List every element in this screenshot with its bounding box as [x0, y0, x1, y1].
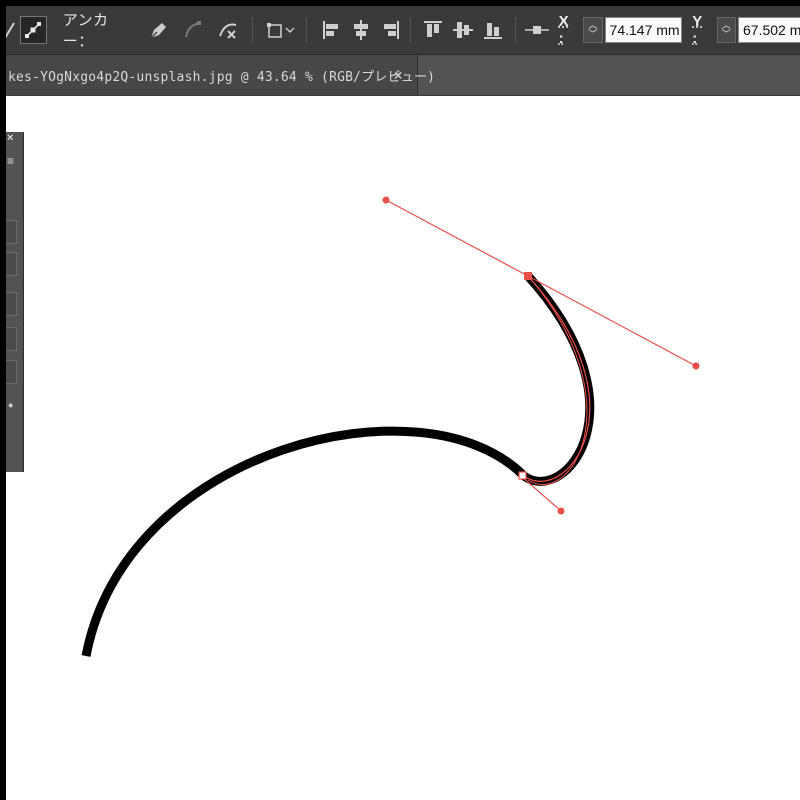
align-vertical-center-button[interactable]	[449, 17, 476, 43]
align-bottom-icon	[483, 23, 502, 39]
y-coordinate-input[interactable]: 67.502 mm	[737, 17, 800, 43]
direction-handle-top-left[interactable]	[382, 196, 390, 204]
tool-slot[interactable]	[6, 327, 17, 351]
align-left-icon	[322, 21, 338, 39]
align-bottom-button[interactable]	[479, 17, 506, 43]
smooth-anchor-icon	[184, 21, 201, 38]
separator	[410, 17, 412, 43]
convert-to-smooth-button[interactable]	[178, 17, 207, 43]
menu-icon[interactable]: ≡	[7, 154, 14, 168]
close-icon[interactable]: ×	[7, 132, 13, 144]
pen-icon	[150, 23, 166, 39]
tool-slot[interactable]	[6, 360, 17, 384]
app-window: アンカー： X: ︿ ﹀ 74.147 mm Y: ︿ ﹀ 67.502 k…	[0, 0, 800, 800]
separator	[514, 17, 516, 43]
align-right-icon	[383, 21, 399, 39]
document-tab[interactable]: kes-YOgNxgo4p2Q-unsplash.jpg @ 43.64 % (…	[6, 55, 435, 95]
anchor-label: アンカー：	[62, 12, 109, 50]
selected-anchor-point[interactable]	[524, 272, 532, 280]
align-top-button[interactable]	[419, 17, 446, 43]
separator	[252, 17, 254, 43]
direct-selection-icon	[6, 22, 15, 38]
align-horizontal-center-icon	[353, 20, 368, 40]
direction-line-top	[385, 199, 697, 367]
tool-panel: × ≡ ●	[6, 132, 24, 472]
artboard-canvas[interactable]	[6, 96, 800, 800]
align-horizontal-center-button[interactable]	[347, 17, 374, 43]
tool-slot[interactable]	[6, 252, 17, 276]
tool-slot[interactable]	[6, 220, 17, 244]
align-top-icon	[423, 21, 442, 37]
control-bar: アンカー： X: ︿ ﹀ 74.147 mm Y: ︿ ﹀ 67.502	[6, 6, 800, 55]
convert-to-corner-button[interactable]	[143, 17, 172, 43]
direction-handle-top-right[interactable]	[692, 362, 700, 370]
anchor-point[interactable]	[518, 471, 527, 480]
convert-anchor-icon	[25, 22, 42, 38]
x-coordinate-input[interactable]: 74.147 mm	[604, 17, 683, 43]
direct-selection-tool-button[interactable]	[6, 17, 16, 43]
document-tab-bar: kes-YOgNxgo4p2Q-unsplash.jpg @ 43.64 % (…	[6, 55, 800, 96]
x-stepper[interactable]: ︿ ﹀	[583, 17, 603, 43]
x-label: X :	[558, 13, 569, 47]
cut-path-icon	[218, 23, 236, 39]
cut-path-button[interactable]	[213, 17, 242, 43]
align-right-button[interactable]	[377, 17, 404, 43]
direction-handle-bottom[interactable]	[557, 507, 565, 515]
separator	[306, 17, 307, 43]
align-left-button[interactable]	[317, 17, 344, 43]
y-stepper[interactable]: ︿ ﹀	[716, 17, 736, 43]
close-icon[interactable]: ×	[394, 67, 402, 83]
document-tab-title: kes-YOgNxgo4p2Q-unsplash.jpg @ 43.64 % (…	[8, 69, 436, 85]
y-label: Y :	[692, 13, 703, 47]
tool-indicator-icon: ●	[8, 400, 14, 410]
convert-anchor-button[interactable]	[19, 16, 47, 44]
transform-button[interactable]	[263, 17, 298, 43]
y-coordinate-value: 67.502 mm	[742, 22, 800, 38]
transform-icon	[266, 23, 295, 38]
x-coordinate-value: 74.147 mm	[609, 22, 680, 38]
stroke-path[interactable]	[81, 272, 595, 657]
chevron-down-icon: ﹀	[721, 29, 731, 39]
align-vertical-center-icon	[452, 22, 473, 38]
tool-slot[interactable]	[6, 292, 17, 316]
anchor-point-reference-button[interactable]	[523, 17, 550, 43]
chevron-down-icon: ﹀	[588, 29, 598, 39]
anchor-point-icon	[525, 26, 550, 34]
artwork	[81, 196, 700, 657]
